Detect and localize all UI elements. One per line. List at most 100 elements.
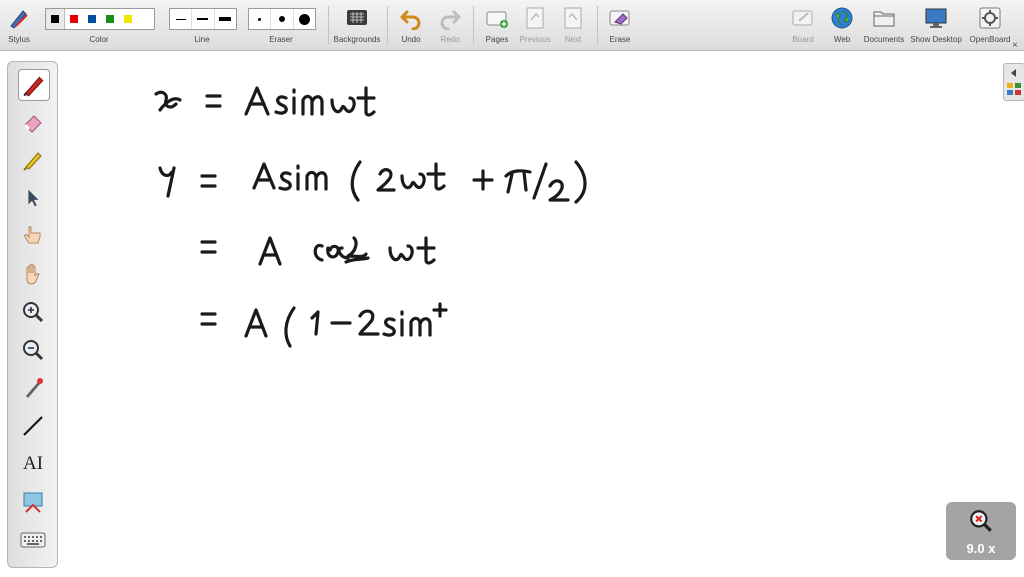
capture-tool[interactable] [18, 487, 48, 517]
previous-button[interactable]: Previous [519, 0, 551, 50]
openboard-button[interactable]: OpenBoard [970, 0, 1010, 50]
redo-button[interactable]: Redo [435, 0, 465, 50]
eraser-icon [23, 115, 42, 133]
web-button[interactable]: Web [827, 0, 857, 50]
undo-button[interactable]: Undo [396, 0, 426, 50]
folder-icon [873, 11, 895, 27]
hand-tool[interactable] [18, 259, 48, 289]
board-canvas[interactable] [60, 52, 1000, 572]
zoom-in-tool[interactable] [18, 297, 48, 327]
interactor-tool[interactable] [18, 221, 48, 251]
web-label: Web [833, 35, 851, 44]
hand-icon [26, 263, 40, 285]
line-icon [23, 416, 43, 436]
toolbar-divider [597, 6, 598, 44]
color-swatch-black[interactable] [46, 9, 65, 29]
color-swatch-green[interactable] [101, 9, 119, 29]
line-width-selector[interactable] [169, 8, 237, 30]
eraser-small-option[interactable] [249, 9, 272, 29]
highlighter-tool[interactable] [18, 145, 48, 175]
globe-icon [831, 7, 853, 29]
documents-label: Documents [863, 35, 905, 44]
pen-icon [23, 76, 44, 97]
stylus-icon [10, 10, 28, 29]
color-label: Color [89, 35, 109, 44]
eraser-tool[interactable] [18, 107, 48, 137]
pen-tool[interactable] [18, 69, 50, 101]
line-thick-option[interactable] [215, 9, 236, 29]
undo-icon [400, 10, 421, 30]
pointing-hand-icon [24, 226, 41, 244]
show-desktop-label: Show Desktop [910, 35, 962, 44]
erase-page-icon [609, 10, 630, 26]
color-swatch-red[interactable] [65, 9, 83, 29]
backgrounds-icon [347, 10, 367, 25]
text-tool[interactable]: AI [18, 449, 48, 479]
handwritten-line-4 [200, 302, 448, 348]
next-page-icon [564, 7, 582, 29]
text-icon: AI [22, 453, 44, 474]
handwritten-line-1 [154, 86, 376, 117]
new-page-icon [486, 11, 508, 28]
color-swatch-yellow[interactable] [119, 9, 137, 29]
eraser-medium-option[interactable] [271, 9, 294, 29]
erase-button[interactable]: Erase [605, 0, 635, 50]
highlighter-icon [23, 152, 42, 171]
arrow-pointer-icon [28, 189, 39, 207]
redo-icon [440, 10, 461, 30]
laser-pointer-icon [26, 378, 43, 398]
virtual-keyboard-tool[interactable] [18, 525, 48, 555]
erase-label: Erase [609, 35, 631, 44]
openboard-menu-icon [979, 7, 1001, 29]
zoom-out-tool[interactable] [18, 335, 48, 365]
library-icon [1007, 83, 1021, 95]
eraser-large-option[interactable] [294, 9, 315, 29]
stylus-button[interactable]: Stylus [4, 0, 34, 50]
capture-icon [23, 492, 43, 513]
zoom-reset-icon [970, 510, 992, 532]
backgrounds-button[interactable]: Backgrounds [333, 0, 381, 50]
keyboard-icon [20, 532, 46, 548]
selector-tool[interactable] [18, 183, 48, 213]
previous-page-icon [526, 7, 544, 29]
undo-label: Undo [401, 35, 421, 44]
openboard-label: OpenBoard [969, 35, 1011, 44]
eraser-label: Eraser [269, 35, 293, 44]
handwritten-line-2 [158, 160, 587, 204]
handwriting-layer [154, 86, 587, 348]
laser-pointer-tool[interactable] [18, 373, 48, 403]
pages-button[interactable]: Pages [482, 0, 512, 50]
documents-button[interactable]: Documents [864, 0, 904, 50]
redo-label: Redo [440, 35, 460, 44]
toolbar-divider [328, 6, 329, 44]
handwritten-line-3 [200, 236, 436, 266]
zoom-indicator[interactable]: 9.0 x [946, 502, 1016, 560]
zoom-level-label: 9.0 x [966, 541, 996, 556]
right-panel-toggle[interactable] [1003, 63, 1024, 101]
monitor-icon [925, 8, 947, 28]
board-button[interactable]: Board [788, 0, 818, 50]
next-label: Next [564, 35, 582, 44]
color-palette[interactable] [45, 8, 155, 30]
next-button[interactable]: Next [558, 0, 588, 50]
collapse-arrow-icon [1011, 69, 1016, 77]
line-label: Line [194, 35, 210, 44]
line-medium-option[interactable] [192, 9, 215, 29]
eraser-size-selector[interactable] [248, 8, 316, 30]
stylus-label: Stylus [8, 35, 30, 44]
pages-label: Pages [485, 35, 509, 44]
window-close-icon[interactable]: × [1012, 40, 1018, 51]
backgrounds-label: Backgrounds [333, 35, 381, 44]
line-thin-option[interactable] [170, 9, 193, 29]
show-desktop-button[interactable]: Show Desktop [910, 0, 962, 50]
line-tool[interactable] [18, 411, 48, 441]
left-tool-panel: AI [7, 61, 58, 568]
toolbar-divider [473, 6, 474, 44]
toolbar-divider [387, 6, 388, 44]
board-label: Board [792, 35, 814, 44]
zoom-in-icon [23, 302, 44, 323]
top-toolbar: Stylus Color Line Eraser Backgrounds Und… [0, 0, 1024, 51]
zoom-out-icon [23, 340, 44, 361]
color-swatch-blue[interactable] [83, 9, 101, 29]
board-icon [792, 10, 813, 26]
